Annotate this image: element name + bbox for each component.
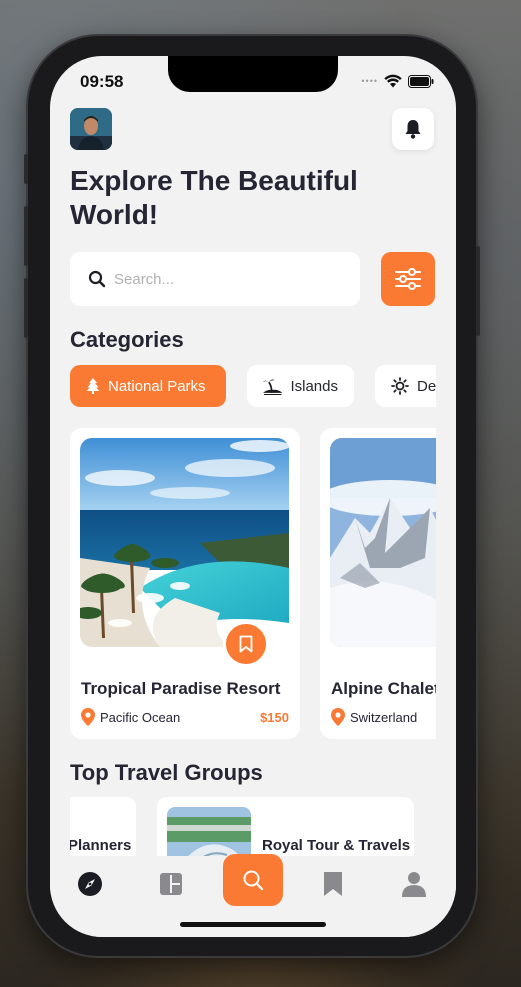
bell-icon bbox=[405, 120, 421, 139]
bookmark-icon bbox=[239, 635, 253, 653]
search-bar[interactable] bbox=[70, 252, 360, 306]
destination-carousel: Tropical Paradise Resort Pacific Ocean $… bbox=[70, 428, 436, 739]
search-icon bbox=[88, 270, 106, 288]
wifi-icon bbox=[384, 74, 402, 88]
travel-groups-title: Top Travel Groups bbox=[70, 760, 263, 785]
notification-button[interactable] bbox=[392, 108, 434, 150]
destination-title: Tropical Paradise Resort bbox=[81, 679, 281, 698]
sliders-icon bbox=[395, 268, 421, 290]
destination-image bbox=[80, 438, 289, 647]
avatar-photo bbox=[70, 108, 112, 150]
notch bbox=[168, 56, 338, 92]
tab-saved[interactable] bbox=[317, 868, 349, 900]
travel-group-card[interactable]: Royal Tour & Travels bbox=[157, 797, 414, 857]
phone-frame: 09:58 •••• Explore The Beautiful World! … bbox=[24, 36, 480, 956]
page-title: Explore The Beautiful World! bbox=[70, 165, 358, 230]
dashboard-icon bbox=[160, 873, 182, 895]
location-label: Switzerland bbox=[350, 709, 418, 725]
status-icons: •••• bbox=[361, 74, 434, 88]
status-time: 09:58 bbox=[80, 72, 124, 91]
volume-down-button bbox=[24, 278, 28, 338]
filter-button[interactable] bbox=[381, 252, 435, 306]
category-label: De bbox=[417, 377, 436, 395]
compass-icon bbox=[78, 872, 102, 896]
mute-switch bbox=[24, 154, 28, 184]
category-chip-islands[interactable]: Islands bbox=[247, 365, 354, 407]
user-avatar[interactable] bbox=[70, 108, 112, 150]
search-icon bbox=[243, 870, 264, 891]
tab-profile[interactable] bbox=[398, 868, 430, 900]
island-icon bbox=[263, 379, 283, 395]
category-chip-national-parks[interactable]: National Parks bbox=[70, 365, 226, 407]
destination-title: Alpine Chalet bbox=[331, 679, 436, 698]
location-pin-icon bbox=[331, 708, 345, 726]
category-label: National Parks bbox=[108, 377, 206, 395]
tab-dashboard[interactable] bbox=[155, 868, 187, 900]
bottom-tab-bar bbox=[50, 854, 456, 937]
tree-icon bbox=[86, 378, 100, 394]
bookmark-button[interactable] bbox=[223, 621, 269, 667]
destination-image bbox=[330, 438, 436, 647]
location-label: Pacific Ocean bbox=[100, 709, 181, 725]
category-label: Islands bbox=[290, 377, 338, 395]
location-pin-icon bbox=[81, 708, 95, 726]
destination-location: Switzerland bbox=[331, 708, 417, 726]
tab-search[interactable] bbox=[223, 854, 283, 906]
category-list: National Parks Islands De bbox=[70, 365, 436, 407]
app-screen: 09:58 •••• Explore The Beautiful World! … bbox=[50, 56, 456, 937]
user-icon bbox=[402, 872, 426, 897]
bookmark-icon bbox=[324, 872, 342, 896]
categories-title: Categories bbox=[70, 327, 184, 352]
group-image bbox=[167, 807, 251, 857]
category-chip-desert[interactable]: De bbox=[375, 365, 436, 407]
volume-up-button bbox=[24, 206, 28, 266]
travel-group-list: Planners Royal Tour & Travels bbox=[70, 797, 436, 857]
home-indicator bbox=[180, 922, 326, 927]
sun-icon bbox=[391, 377, 409, 395]
destination-price: $150 bbox=[260, 710, 289, 725]
destination-card[interactable]: Tropical Paradise Resort Pacific Ocean $… bbox=[70, 428, 300, 739]
battery-icon bbox=[408, 74, 434, 88]
group-name: Royal Tour & Travels bbox=[262, 837, 411, 854]
travel-group-card[interactable]: Planners bbox=[70, 797, 136, 857]
tab-explore[interactable] bbox=[74, 868, 106, 900]
power-button bbox=[476, 246, 480, 336]
signal-dots-icon: •••• bbox=[361, 76, 378, 86]
destination-location: Pacific Ocean bbox=[81, 708, 180, 726]
destination-card[interactable]: Alpine Chalet Switzerland bbox=[320, 428, 436, 739]
search-input[interactable] bbox=[114, 270, 334, 288]
group-name: Planners bbox=[70, 837, 132, 854]
